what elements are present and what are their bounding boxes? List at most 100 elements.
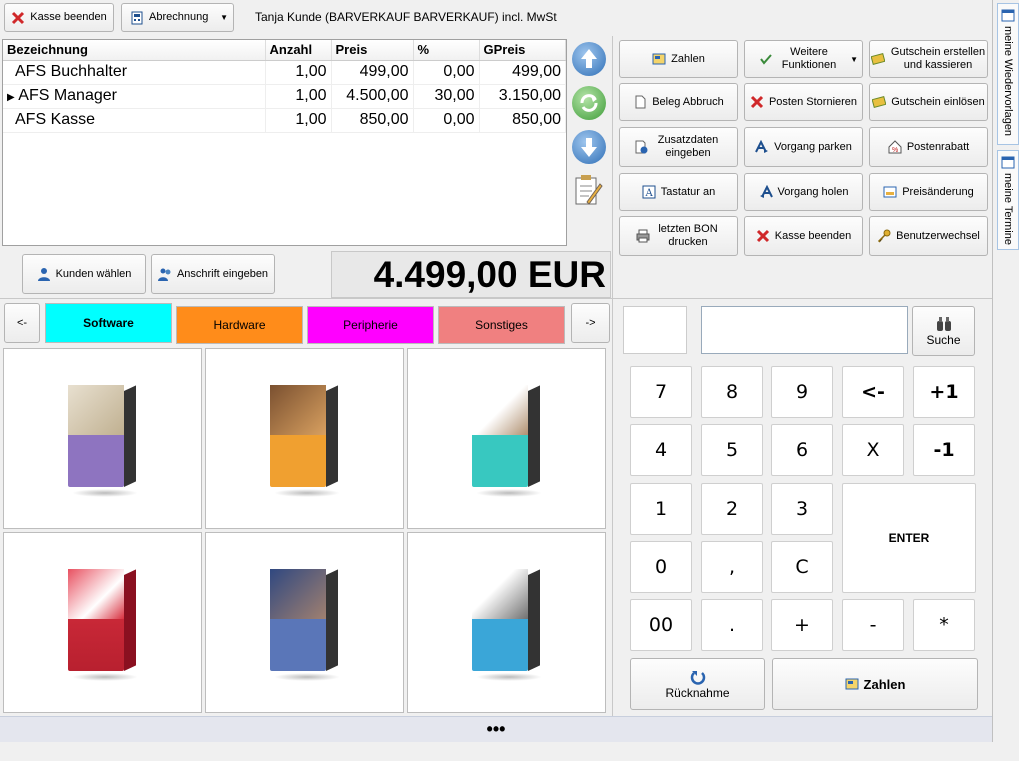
product-tile[interactable] <box>205 348 404 529</box>
exit-register-button[interactable]: Kasse beenden <box>4 3 114 32</box>
return-button[interactable]: Rücknahme <box>630 658 765 710</box>
svg-text:%: % <box>892 147 898 154</box>
cancel-receipt-button[interactable]: Beleg Abbruch <box>619 83 738 121</box>
col-header[interactable]: Preis <box>331 40 414 61</box>
key-7[interactable]: 7 <box>630 366 692 418</box>
key-multiply-x[interactable]: X <box>842 424 904 476</box>
arrow-down-icon[interactable] <box>572 130 606 164</box>
keyboard-toggle-button[interactable]: A Tastatur an <box>619 173 738 211</box>
table-row[interactable]: AFS Buchhalter 1,00 499,00 0,00 499,00 <box>3 60 566 85</box>
exit-register-button-2[interactable]: Kasse beenden <box>744 216 863 256</box>
key-4[interactable]: 4 <box>630 424 692 476</box>
key-5[interactable]: 5 <box>701 424 763 476</box>
park-transaction-button[interactable]: Vorgang parken <box>744 127 863 167</box>
key-0[interactable]: 0 <box>630 541 692 593</box>
product-tile[interactable] <box>205 532 404 713</box>
void-item-button[interactable]: Posten Stornieren <box>744 83 863 121</box>
arrow-up-icon[interactable] <box>572 42 606 76</box>
cash-register-icon <box>845 677 859 691</box>
key-1[interactable]: 1 <box>630 483 692 535</box>
pay-button[interactable]: Zahlen <box>619 40 738 78</box>
category-next-button[interactable]: -> <box>571 303 610 343</box>
items-grid[interactable]: Bezeichnung Anzahl Preis % GPreis AFS Bu… <box>2 39 567 246</box>
key-enter[interactable]: ENTER <box>842 483 976 593</box>
calendar-icon <box>1001 8 1015 22</box>
pay-button-large[interactable]: Zahlen <box>772 658 978 710</box>
side-tab-appointments[interactable]: meine Termine <box>997 150 1019 250</box>
notepad-icon[interactable] <box>573 174 603 208</box>
voucher-redeem-button[interactable]: Gutschein einlösen <box>869 83 988 121</box>
key-plus[interactable]: + <box>771 599 833 651</box>
search-input[interactable] <box>701 306 908 354</box>
refresh-icon[interactable] <box>572 86 606 120</box>
action-panel: Zahlen Weitere Funktionen ▼ Gutschein er… <box>612 36 992 296</box>
key-minus-one[interactable]: -1 <box>913 424 975 476</box>
key-3[interactable]: 3 <box>771 483 833 535</box>
key-minus[interactable]: - <box>842 599 904 651</box>
user-switch-button[interactable]: Benutzerwechsel <box>869 216 988 256</box>
col-header[interactable]: % <box>413 40 480 61</box>
cash-register-icon <box>652 52 666 66</box>
product-tile[interactable] <box>3 532 202 713</box>
keypad-panel: Suche 7 8 9 <- +1 4 5 6 X -1 1 2 3 ENTER… <box>612 296 992 716</box>
more-dots[interactable]: ••• <box>487 719 506 740</box>
extra-data-button[interactable]: Zusatzdaten eingeben <box>619 127 738 167</box>
info-document-icon <box>634 140 648 154</box>
software-box-image <box>68 569 138 681</box>
key-comma[interactable]: , <box>701 541 763 593</box>
voucher-icon <box>871 95 887 109</box>
col-header[interactable]: GPreis <box>479 40 566 61</box>
select-customer-button[interactable]: Kunden wählen <box>22 254 146 294</box>
quantity-display <box>623 306 687 354</box>
software-box-image <box>270 569 340 681</box>
total-display: 4.499,00 EUR <box>331 251 611 298</box>
key-2[interactable]: 2 <box>701 483 763 535</box>
tab-peripherie[interactable]: Peripherie <box>307 306 434 344</box>
status-bar[interactable]: ••• <box>0 716 992 742</box>
document-icon <box>633 95 647 109</box>
tab-sonstiges[interactable]: Sonstiges <box>438 306 565 344</box>
key-backspace[interactable]: <- <box>842 366 904 418</box>
col-header[interactable]: Anzahl <box>265 40 332 61</box>
fetch-transaction-button[interactable]: Vorgang holen <box>744 173 863 211</box>
key-clear[interactable]: C <box>771 541 833 593</box>
panel-divider <box>992 0 993 742</box>
tab-software[interactable]: Software <box>45 303 172 343</box>
item-discount-button[interactable]: % Postenrabatt <box>869 127 988 167</box>
cell-name: AFS Buchhalter <box>3 60 266 85</box>
price-change-button[interactable]: Preisänderung <box>869 173 988 211</box>
key-dot[interactable]: . <box>701 599 763 651</box>
key-plus-one[interactable]: +1 <box>913 366 975 418</box>
billing-dropdown[interactable]: Abrechnung ▼ <box>121 3 234 32</box>
more-functions-dropdown[interactable]: Weitere Funktionen ▼ <box>744 40 863 78</box>
cell-pct: 0,00 <box>413 60 480 85</box>
key-8[interactable]: 8 <box>701 366 763 418</box>
customer-info: Tanja Kunde (BARVERKAUF BARVERKAUF) incl… <box>255 10 557 24</box>
discount-house-icon: % <box>888 140 902 154</box>
table-row[interactable]: AFS Kasse 1,00 850,00 0,00 850,00 <box>3 108 566 133</box>
red-x-icon <box>756 229 770 243</box>
product-tile[interactable] <box>407 532 606 713</box>
cell-pct: 0,00 <box>413 108 480 133</box>
key-00[interactable]: 00 <box>630 599 692 651</box>
col-header[interactable]: Bezeichnung <box>3 40 266 61</box>
side-tab-templates[interactable]: meine Wiedervorlagen <box>997 3 1019 145</box>
category-prev-button[interactable]: <- <box>4 303 40 343</box>
table-row[interactable]: ▶ AFS Manager 1,00 4.500,00 30,00 3.150,… <box>3 84 566 109</box>
fetch-arrow-icon <box>759 184 773 199</box>
cell-total: 3.150,00 <box>479 84 566 109</box>
key-6[interactable]: 6 <box>771 424 833 476</box>
voucher-create-button[interactable]: Gutschein erstellen und kassieren <box>869 40 988 78</box>
print-last-receipt-button[interactable]: letzten BON drucken <box>619 216 738 256</box>
row-pointer-icon: ▶ <box>7 92 15 103</box>
search-button[interactable]: Suche <box>912 306 975 356</box>
tab-hardware[interactable]: Hardware <box>176 306 303 344</box>
enter-address-button[interactable]: Anschrift eingeben <box>151 254 275 294</box>
key-asterisk[interactable]: * <box>913 599 975 651</box>
undo-icon <box>690 669 706 685</box>
key-9[interactable]: 9 <box>771 366 833 418</box>
software-box-image <box>270 385 340 497</box>
product-tile[interactable] <box>3 348 202 529</box>
users-icon <box>157 267 172 281</box>
product-tile[interactable] <box>407 348 606 529</box>
